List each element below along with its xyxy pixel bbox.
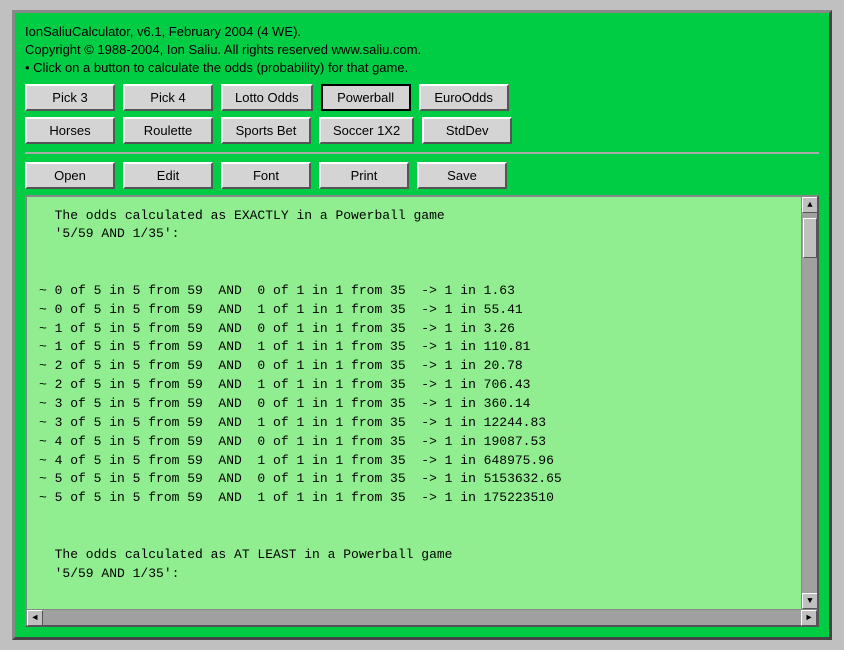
- soccer-button[interactable]: Soccer 1X2: [319, 117, 414, 144]
- header-info: IonSaliuCalculator, v6.1, February 2004 …: [25, 23, 819, 78]
- pick3-button[interactable]: Pick 3: [25, 84, 115, 111]
- divider: [25, 152, 819, 154]
- stddev-button[interactable]: StdDev: [422, 117, 512, 144]
- button-row-1: Pick 3 Pick 4 Lotto Odds Powerball EuroOdds: [25, 84, 819, 111]
- powerball-button[interactable]: Powerball: [321, 84, 411, 111]
- horizontal-scrollbar[interactable]: ◄ ►: [27, 609, 817, 625]
- edit-button[interactable]: Edit: [123, 162, 213, 189]
- pick4-button[interactable]: Pick 4: [123, 84, 213, 111]
- lotto-odds-button[interactable]: Lotto Odds: [221, 84, 313, 111]
- scroll-right-arrow[interactable]: ►: [801, 610, 817, 626]
- output-inner: The odds calculated as EXACTLY in a Powe…: [27, 197, 817, 609]
- save-button[interactable]: Save: [417, 162, 507, 189]
- header-line1: IonSaliuCalculator, v6.1, February 2004 …: [25, 23, 819, 41]
- button-row-2: Horses Roulette Sports Bet Soccer 1X2 StdDev: [25, 117, 819, 144]
- output-area[interactable]: The odds calculated as EXACTLY in a Powe…: [27, 197, 801, 609]
- print-button[interactable]: Print: [319, 162, 409, 189]
- output-wrapper: The odds calculated as EXACTLY in a Powe…: [25, 195, 819, 627]
- header-line3: • Click on a button to calculate the odd…: [25, 59, 819, 77]
- button-row-3: Open Edit Font Print Save: [25, 162, 819, 189]
- vertical-scrollbar[interactable]: ▲ ▼: [801, 197, 817, 609]
- scroll-left-arrow[interactable]: ◄: [27, 610, 43, 626]
- open-button[interactable]: Open: [25, 162, 115, 189]
- scroll-thumb-v[interactable]: [803, 218, 817, 258]
- main-window: IonSaliuCalculator, v6.1, February 2004 …: [12, 10, 832, 640]
- header-line2: Copyright © 1988-2004, Ion Saliu. All ri…: [25, 41, 819, 59]
- scroll-track-v[interactable]: [802, 213, 817, 593]
- sports-bet-button[interactable]: Sports Bet: [221, 117, 311, 144]
- roulette-button[interactable]: Roulette: [123, 117, 213, 144]
- scroll-down-arrow[interactable]: ▼: [802, 593, 817, 609]
- euroodds-button[interactable]: EuroOdds: [419, 84, 509, 111]
- scroll-track-h[interactable]: [43, 610, 801, 625]
- scroll-up-arrow[interactable]: ▲: [802, 197, 817, 213]
- horses-button[interactable]: Horses: [25, 117, 115, 144]
- font-button[interactable]: Font: [221, 162, 311, 189]
